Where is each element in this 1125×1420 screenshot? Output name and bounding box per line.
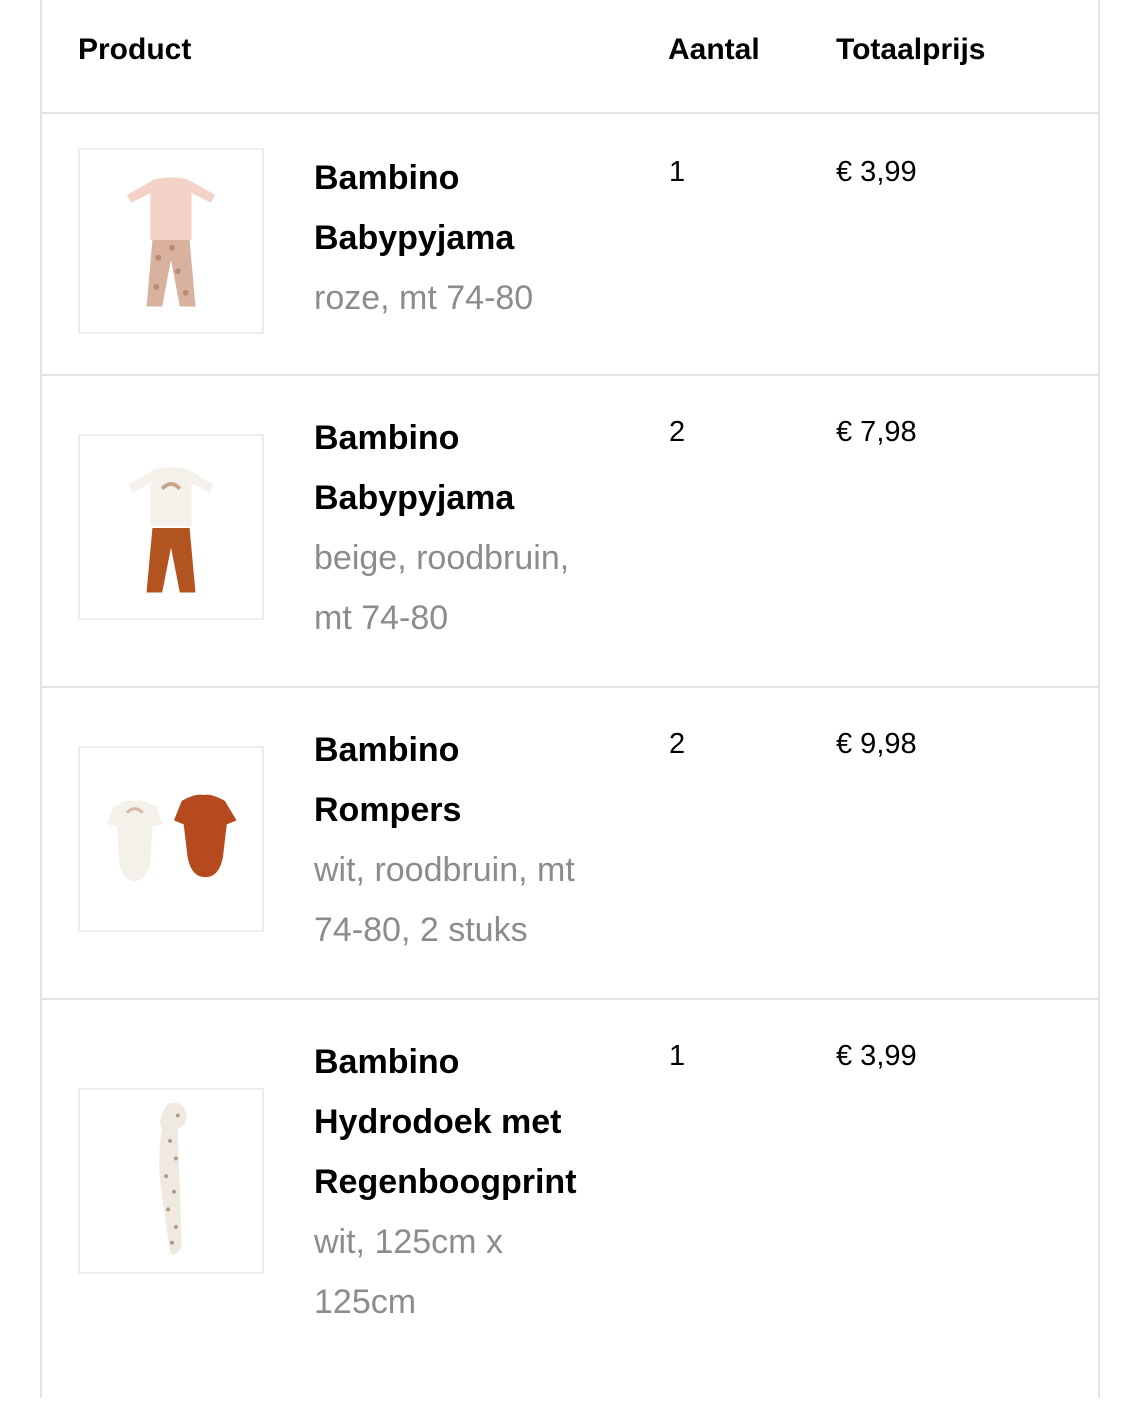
product-name-line[interactable]: Babypyjama bbox=[314, 468, 614, 528]
pink-pajama-icon bbox=[126, 177, 216, 307]
product-variant: 74-80, 2 stuks bbox=[314, 911, 528, 949]
product-info: Bambino Rompers wit, roodbruin, mt 74-80… bbox=[314, 720, 614, 960]
item-total-price: € 9,98 bbox=[836, 728, 917, 760]
table-row[interactable]: Bambino Babypyjama roze, mt 74-80 1 € 3,… bbox=[42, 114, 1098, 376]
item-total-price: € 3,99 bbox=[836, 1040, 917, 1072]
table-header: Product Aantal Totaalprijs bbox=[42, 0, 1098, 114]
product-variant: 125cm bbox=[314, 1283, 417, 1321]
product-name-line[interactable]: Bambino bbox=[314, 148, 614, 208]
product-name-line[interactable]: Bambino bbox=[314, 1032, 614, 1092]
column-header-quantity: Aantal bbox=[668, 33, 760, 66]
product-name-line[interactable]: Regenboogprint bbox=[314, 1152, 614, 1212]
product-name-line[interactable]: Bambino bbox=[314, 720, 614, 780]
product-variant: roze, mt 74-80 bbox=[314, 279, 534, 317]
product-variant: beige, roodbruin, bbox=[314, 539, 570, 577]
pink-pajama-image[interactable] bbox=[78, 148, 264, 334]
column-header-total-price: Totaalprijs bbox=[836, 33, 986, 66]
product-name-line[interactable]: Bambino bbox=[314, 408, 614, 468]
product-name-line[interactable]: Rompers bbox=[314, 780, 614, 840]
rompers-icon bbox=[107, 794, 237, 882]
product-variant: wit, roodbruin, mt bbox=[314, 851, 575, 889]
item-total-price: € 7,98 bbox=[836, 416, 917, 448]
order-table: Product Aantal Totaalprijs Bambino Babyp… bbox=[40, 0, 1100, 1398]
rompers-image[interactable] bbox=[78, 746, 264, 932]
product-name-line[interactable]: Babypyjama bbox=[314, 208, 614, 268]
item-quantity: 1 bbox=[669, 1040, 686, 1072]
product-info: Bambino Babypyjama roze, mt 74-80 bbox=[314, 148, 614, 328]
table-row[interactable]: Bambino Rompers wit, roodbruin, mt 74-80… bbox=[42, 688, 1098, 1000]
table-row[interactable]: Bambino Hydrodoek met Regenboogprint wit… bbox=[42, 1000, 1098, 1420]
beige-brown-pajama-icon bbox=[128, 467, 214, 593]
item-quantity: 2 bbox=[669, 728, 686, 760]
product-variant: wit, 125cm x bbox=[314, 1223, 503, 1261]
column-header-product: Product bbox=[78, 33, 192, 66]
item-quantity: 1 bbox=[669, 156, 686, 188]
muslin-cloth-image[interactable] bbox=[78, 1088, 264, 1274]
item-total-price: € 3,99 bbox=[836, 156, 917, 188]
item-quantity: 2 bbox=[669, 416, 686, 448]
muslin-cloth-icon bbox=[159, 1102, 187, 1255]
product-info: Bambino Hydrodoek met Regenboogprint wit… bbox=[314, 1032, 614, 1332]
table-row[interactable]: Bambino Babypyjama beige, roodbruin, mt … bbox=[42, 376, 1098, 688]
product-variant: mt 74-80 bbox=[314, 599, 449, 637]
product-info: Bambino Babypyjama beige, roodbruin, mt … bbox=[314, 408, 614, 648]
product-name-line[interactable]: Hydrodoek met bbox=[314, 1092, 614, 1152]
beige-brown-pajama-image[interactable] bbox=[78, 434, 264, 620]
